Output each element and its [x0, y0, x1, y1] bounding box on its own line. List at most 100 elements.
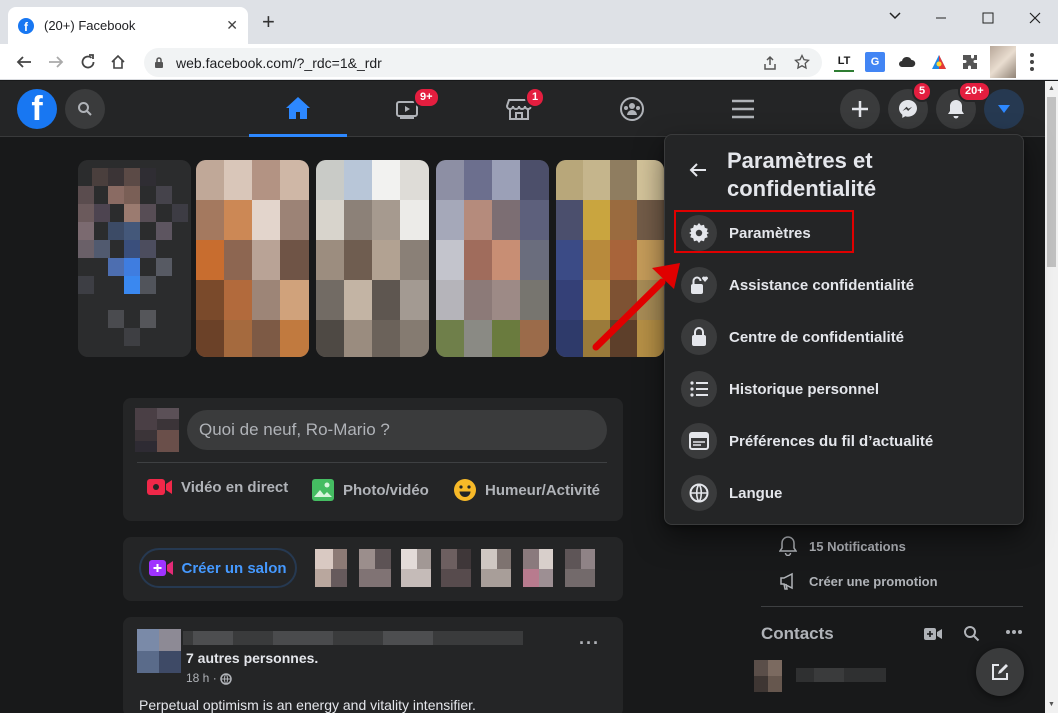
star-icon[interactable]	[794, 54, 810, 70]
forward-arrow-icon[interactable]	[46, 52, 66, 72]
photo-video-label: Photo/vidéo	[343, 481, 429, 499]
create-room-label: Créer un salon	[181, 559, 287, 577]
menu-item-privacy-center[interactable]: Centre de confidentialité	[673, 311, 1017, 363]
search-button[interactable]	[65, 89, 105, 129]
tab-menu[interactable]	[694, 81, 792, 137]
browser-tab[interactable]: f (20+) Facebook ✕	[8, 7, 248, 44]
menu-item-label: Centre de confidentialité	[729, 328, 905, 346]
close-tab-icon[interactable]: ✕	[226, 17, 238, 34]
video-call-icon[interactable]	[924, 627, 942, 641]
user-avatar[interactable]	[135, 408, 179, 452]
watch-badge: 9+	[413, 87, 440, 108]
menu-item-language[interactable]: Langue	[673, 467, 1017, 519]
live-video-label: Vidéo en direct	[181, 478, 289, 496]
account-menu-button[interactable]	[984, 89, 1024, 129]
profile-avatar[interactable]	[990, 46, 1016, 78]
home-icon	[286, 96, 310, 119]
menu-item-feed-preferences[interactable]: Préférences du fil d’actualité	[673, 415, 1017, 467]
video-plus-icon	[149, 560, 174, 576]
post-text: Perpetual optimism is an energy and vita…	[139, 697, 476, 713]
new-tab-button[interactable]: +	[262, 11, 275, 33]
reload-icon[interactable]	[78, 52, 98, 72]
story-image	[316, 160, 429, 357]
caret-down-icon	[998, 105, 1010, 113]
megaphone-icon	[780, 572, 793, 590]
post-more-icon[interactable]: ···	[579, 633, 600, 654]
address-bar[interactable]: web.facebook.com/?_rdc=1&_rdr	[144, 48, 822, 77]
url-text: web.facebook.com/?_rdc=1&_rdr	[176, 54, 382, 71]
search-icon[interactable]	[963, 625, 980, 642]
post-card: 7 autres personnes. 18 h · ··· Perpetual…	[123, 617, 623, 713]
languagetool-extension-icon[interactable]: LT	[834, 52, 854, 72]
facebook-logo[interactable]: f	[17, 89, 57, 129]
facebook-header: f 9+ 1 5 20+	[0, 81, 1045, 137]
smiley-icon	[454, 479, 476, 501]
notifications-button[interactable]: 20+	[936, 81, 991, 129]
messenger-badge: 5	[912, 81, 933, 102]
story-card[interactable]	[196, 160, 309, 357]
create-button[interactable]	[840, 89, 880, 129]
scroll-down-arrow-icon[interactable]: ▼	[1048, 701, 1055, 708]
story-card[interactable]	[556, 160, 664, 357]
back-arrow-icon[interactable]	[14, 52, 34, 72]
hamburger-menu-icon	[732, 99, 754, 119]
browser-toolbar: web.facebook.com/?_rdc=1&_rdr LT G	[0, 44, 1058, 80]
live-video-button[interactable]: Vidéo en direct	[147, 478, 288, 496]
feeling-activity-button[interactable]: Humeur/Activité	[453, 478, 600, 502]
cloud-extension-icon[interactable]	[897, 52, 917, 72]
scroll-up-arrow-icon[interactable]: ▲	[1048, 85, 1055, 92]
lock-icon	[155, 57, 163, 68]
tab-home[interactable]	[249, 81, 347, 137]
create-promotion-link[interactable]: Créer une promotion	[779, 572, 938, 590]
search-icon	[78, 102, 92, 116]
maximize-button[interactable]	[973, 6, 1003, 30]
composer-input[interactable]: Quoi de neuf, Ro-Mario ?	[187, 410, 607, 450]
create-promotion-label: Créer une promotion	[809, 573, 938, 589]
new-message-button[interactable]	[976, 648, 1024, 696]
messenger-button[interactable]: 5	[888, 81, 933, 129]
bell-outline-icon	[779, 536, 797, 556]
story-image	[436, 160, 549, 357]
lock-heart-icon	[681, 267, 717, 303]
menu-item-label: Assistance confidentialité	[729, 276, 915, 294]
share-icon[interactable]	[762, 55, 778, 71]
post-avatar[interactable]	[137, 629, 181, 673]
post-author-name[interactable]	[183, 629, 533, 647]
colorful-extension-icon[interactable]	[929, 52, 949, 72]
page-scrollbar[interactable]: ▲ ▼	[1045, 81, 1058, 713]
room-avatars	[315, 549, 595, 587]
translate-extension-icon[interactable]: G	[865, 52, 885, 72]
back-button[interactable]	[683, 155, 713, 185]
menu-item-label: Langue	[729, 484, 783, 502]
chevron-down-icon[interactable]	[880, 6, 910, 26]
rooms-card: Créer un salon	[123, 537, 623, 601]
post-author-suffix[interactable]: 7 autres personnes.	[186, 650, 318, 666]
notifications-link[interactable]: 15 Notifications	[779, 536, 906, 556]
notifications-label: 15 Notifications	[809, 538, 906, 554]
plus-icon	[852, 101, 868, 117]
home-icon[interactable]	[108, 52, 128, 72]
close-window-button[interactable]	[1020, 6, 1050, 30]
globe-icon	[220, 673, 232, 685]
browser-titlebar: f (20+) Facebook ✕ +	[0, 0, 1058, 44]
marketplace-badge: 1	[525, 87, 546, 108]
contact-item[interactable]	[754, 660, 914, 692]
story-image	[196, 160, 309, 357]
story-card[interactable]	[78, 160, 191, 357]
story-card[interactable]	[436, 160, 549, 357]
menu-item-label: Préférences du fil d’actualité	[729, 432, 934, 450]
menu-dots-icon[interactable]	[1030, 53, 1034, 74]
menu-item-activity-log[interactable]: Historique personnel	[673, 363, 1017, 415]
tab-groups[interactable]	[583, 81, 681, 137]
tab-marketplace[interactable]: 1	[470, 81, 568, 137]
puzzle-extensions-icon[interactable]	[960, 52, 980, 72]
tab-watch[interactable]: 9+	[359, 81, 457, 137]
create-room-button[interactable]: Créer un salon	[139, 548, 297, 588]
list-icon	[681, 371, 717, 407]
photo-video-button[interactable]: Photo/vidéo	[311, 478, 429, 502]
scroll-thumb[interactable]	[1047, 97, 1056, 267]
menu-item-privacy-checkup[interactable]: Assistance confidentialité	[673, 259, 1017, 311]
more-options-icon[interactable]	[1005, 629, 1023, 635]
minimize-button[interactable]	[926, 6, 956, 30]
story-card[interactable]	[316, 160, 429, 357]
